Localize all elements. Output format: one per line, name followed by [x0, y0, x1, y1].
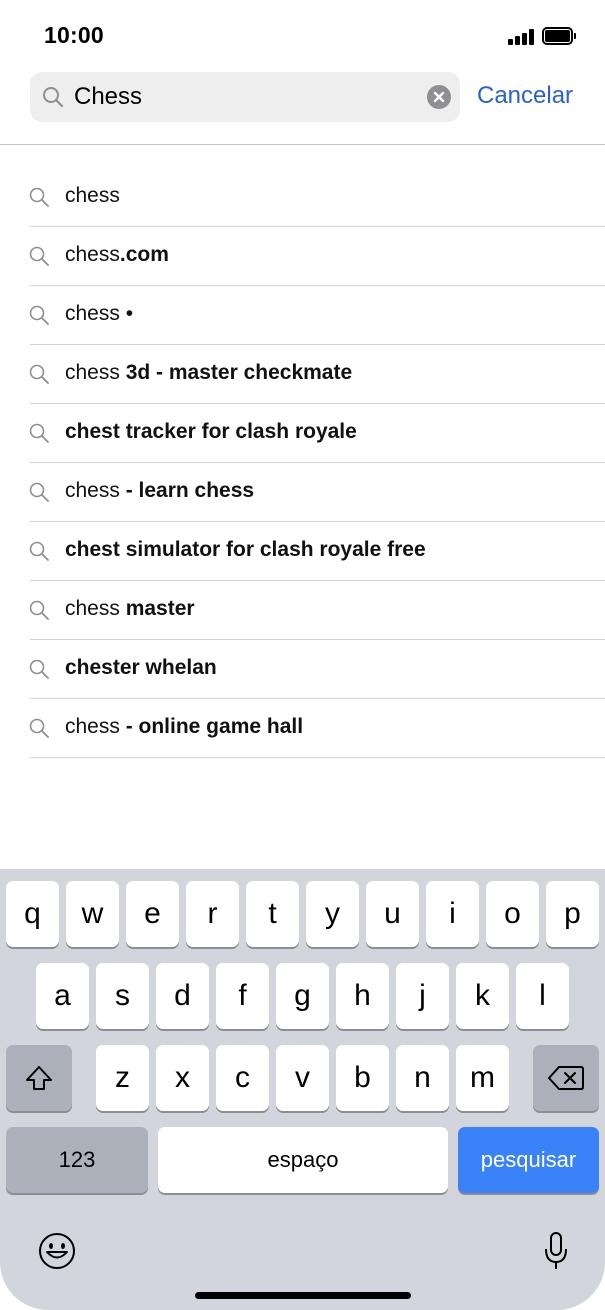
search-icon	[29, 364, 49, 384]
suggestion-text: chess master	[65, 597, 195, 621]
search-field[interactable]	[30, 72, 460, 122]
home-indicator	[195, 1292, 411, 1299]
key-b[interactable]: b	[336, 1045, 389, 1111]
suggestion-completion-part: 3d - master checkmate	[119, 361, 353, 384]
key-j[interactable]: j	[396, 963, 449, 1029]
header-divider	[0, 144, 605, 145]
suggestion-text: chester whelan	[65, 656, 217, 680]
key-v[interactable]: v	[276, 1045, 329, 1111]
suggestion-item[interactable]: chess - online game hall	[0, 699, 605, 758]
suggestion-item[interactable]: chess master	[0, 581, 605, 640]
suggestion-completion-part: chest tracker for clash royale	[65, 420, 357, 443]
key-a[interactable]: a	[36, 963, 89, 1029]
suggestion-completion-part: chester whelan	[65, 656, 217, 679]
divider	[30, 757, 605, 758]
key-r[interactable]: r	[186, 881, 239, 947]
key-l[interactable]: l	[516, 963, 569, 1029]
search-icon	[29, 718, 49, 738]
delete-icon	[548, 1066, 584, 1090]
space-key[interactable]: espaço	[158, 1127, 448, 1193]
shift-icon	[26, 1066, 52, 1090]
suggestion-completion-part: chest simulator for clash royale free	[65, 538, 426, 561]
suggestion-item[interactable]: chess •	[0, 286, 605, 345]
suggestion-item[interactable]: chess.com	[0, 227, 605, 286]
key-n[interactable]: n	[396, 1045, 449, 1111]
suggestion-item[interactable]: chest simulator for clash royale free	[0, 522, 605, 581]
key-f[interactable]: f	[216, 963, 269, 1029]
suggestion-item[interactable]: chess 3d - master checkmate	[0, 345, 605, 404]
clear-search-button[interactable]	[427, 85, 451, 109]
search-icon	[29, 541, 49, 561]
suggestion-typed-part: chess	[65, 184, 120, 207]
key-i[interactable]: i	[426, 881, 479, 947]
key-e[interactable]: e	[126, 881, 179, 947]
suggestion-item[interactable]: chess	[0, 168, 605, 227]
key-u[interactable]: u	[366, 881, 419, 947]
search-icon	[29, 600, 49, 620]
search-icon	[43, 87, 64, 108]
suggestion-typed-part: chess •	[65, 302, 134, 325]
key-s[interactable]: s	[96, 963, 149, 1029]
suggestions-list: chess chess.com chess • chess 3d - master c…	[0, 168, 605, 758]
suggestion-item[interactable]: chess - learn chess	[0, 463, 605, 522]
search-icon	[29, 482, 49, 502]
suggestion-typed-part: chess	[65, 479, 120, 502]
key-m[interactable]: m	[456, 1045, 509, 1111]
key-y[interactable]: y	[306, 881, 359, 947]
suggestion-typed-part: chess	[65, 715, 120, 738]
suggestion-typed-part: chess	[65, 597, 120, 620]
delete-key[interactable]	[533, 1045, 599, 1111]
suggestion-text: chess •	[65, 302, 133, 326]
suggestion-typed-part: chess	[65, 243, 120, 266]
suggestion-text: chess 3d - master checkmate	[65, 361, 352, 385]
search-icon	[29, 423, 49, 443]
search-icon	[29, 659, 49, 679]
status-time: 10:00	[44, 22, 104, 48]
search-icon	[29, 305, 49, 325]
key-t[interactable]: t	[246, 881, 299, 947]
key-q[interactable]: q	[6, 881, 59, 947]
suggestion-completion-part: - learn chess	[119, 479, 255, 502]
suggestion-completion-part: master	[119, 597, 195, 620]
key-d[interactable]: d	[156, 963, 209, 1029]
suggestion-typed-part: chess	[65, 361, 120, 384]
suggestion-completion-part: .com	[119, 243, 169, 266]
shift-key[interactable]	[6, 1045, 72, 1111]
key-c[interactable]: c	[216, 1045, 269, 1111]
suggestion-completion-part: - online game hall	[119, 715, 304, 738]
numbers-key[interactable]: 123	[6, 1127, 148, 1193]
keyboard: 123 espaço pesquisar qwertyuiop asdfghjkl…	[0, 869, 605, 1310]
suggestion-item[interactable]: chest tracker for clash royale	[0, 404, 605, 463]
key-o[interactable]: o	[486, 881, 539, 947]
search-input[interactable]	[74, 72, 404, 122]
microphone-icon[interactable]	[543, 1231, 569, 1273]
clear-icon	[433, 91, 445, 103]
suggestion-text: chest simulator for clash royale free	[65, 538, 426, 562]
key-p[interactable]: p	[546, 881, 599, 947]
search-icon	[29, 187, 49, 207]
cellular-signal-icon	[508, 29, 536, 45]
search-key[interactable]: pesquisar	[458, 1127, 599, 1193]
key-k[interactable]: k	[456, 963, 509, 1029]
suggestion-text: chess - online game hall	[65, 715, 303, 739]
key-w[interactable]: w	[66, 881, 119, 947]
status-bar: 10:00	[0, 0, 605, 70]
battery-icon	[542, 27, 576, 45]
key-h[interactable]: h	[336, 963, 389, 1029]
suggestion-text: chess - learn chess	[65, 479, 254, 503]
suggestion-text: chess	[65, 184, 120, 208]
suggestion-text: chess.com	[65, 243, 169, 267]
suggestion-text: chest tracker for clash royale	[65, 420, 357, 444]
key-g[interactable]: g	[276, 963, 329, 1029]
emoji-icon[interactable]	[37, 1231, 77, 1271]
key-z[interactable]: z	[96, 1045, 149, 1111]
key-x[interactable]: x	[156, 1045, 209, 1111]
cancel-button[interactable]: Cancelar	[477, 82, 573, 110]
suggestion-item[interactable]: chester whelan	[0, 640, 605, 699]
search-icon	[29, 246, 49, 266]
